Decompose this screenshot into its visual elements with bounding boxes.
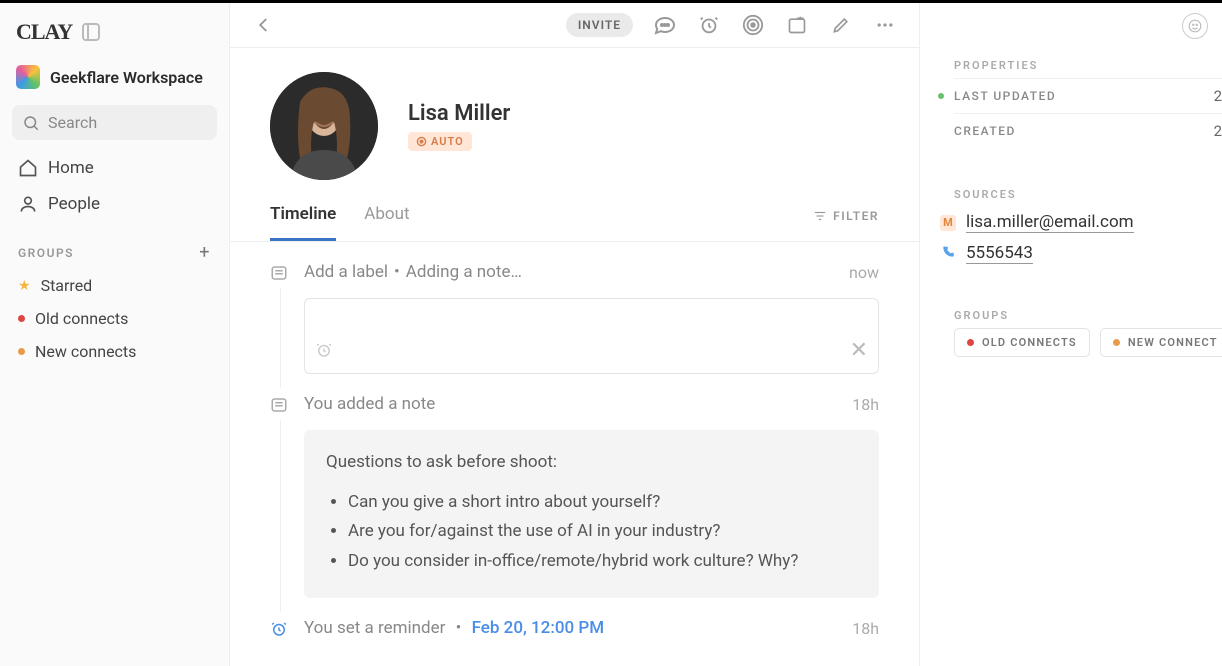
add-group-button[interactable]: + (199, 242, 211, 263)
dot-icon (18, 348, 25, 355)
user-avatar[interactable] (1182, 13, 1208, 39)
collapse-sidebar-icon[interactable] (82, 23, 100, 41)
reminder-date[interactable]: Feb 20, 12:00 PM (472, 618, 605, 638)
email-badge-icon: M (940, 215, 956, 231)
status-dot-icon (938, 93, 944, 99)
chat-icon[interactable] (653, 13, 677, 37)
dot-icon (18, 315, 25, 322)
close-icon[interactable]: ✕ (850, 338, 868, 363)
chip-new-connects[interactable]: NEW CONNECT (1100, 328, 1222, 357)
adding-note-text: Adding a note… (406, 262, 522, 282)
auto-badge-label: AUTO (431, 135, 464, 148)
sidebar: CLAY Geekflare Workspace Search Home Peo… (0, 3, 230, 666)
reminder-time: 18h (852, 619, 879, 638)
home-icon (18, 158, 38, 178)
group-label: New connects (35, 342, 136, 361)
reminder-prefix: You set a reminder (304, 618, 445, 638)
note-heading: Questions to ask before shoot: (326, 450, 857, 476)
timeline-reminder-header: You set a reminder • Feb 20, 12:00 PM 18… (270, 618, 879, 640)
workspace-icon (16, 65, 40, 89)
edit-icon[interactable] (829, 13, 853, 37)
dot-icon (1113, 339, 1120, 346)
search-placeholder: Search (48, 113, 97, 132)
chip-old-connects[interactable]: OLD CONNECTS (954, 328, 1090, 357)
workspace-name: Geekflare Workspace (50, 68, 203, 87)
back-button[interactable] (252, 13, 276, 37)
note-bullet: Can you give a short intro about yoursel… (348, 490, 857, 516)
groups-header: GROUPS + (12, 222, 217, 269)
profile-avatar[interactable] (270, 72, 378, 180)
brand-row: CLAY (12, 13, 217, 59)
invite-button[interactable]: INVITE (566, 13, 633, 37)
profile-header: Lisa Miller AUTO (230, 48, 919, 190)
group-chips: OLD CONNECTS NEW CONNECT (954, 328, 1222, 357)
filter-label: FILTER (833, 209, 879, 223)
reminder-icon (270, 620, 290, 640)
property-label: LAST UPDATED (954, 89, 1056, 103)
profile-name: Lisa Miller (408, 101, 510, 126)
added-note-text: You added a note (304, 394, 435, 414)
reminder-icon[interactable] (315, 341, 333, 363)
main-toolbar: INVITE (230, 3, 919, 48)
property-created[interactable]: CREATED 2 (954, 113, 1222, 148)
more-icon[interactable] (873, 13, 897, 37)
note-bullet: Are you for/against the use of AI in you… (348, 519, 857, 545)
source-email: M lisa.miller@email.com (940, 207, 1222, 238)
property-last-updated[interactable]: LAST UPDATED 2 (954, 78, 1222, 113)
tab-about[interactable]: About (364, 190, 409, 241)
profile-tabs: Timeline About FILTER (230, 190, 919, 242)
compose-time: now (849, 263, 879, 282)
broadcast-icon (416, 136, 427, 147)
properties-header: PROPERTIES (954, 59, 1222, 72)
timeline-compose-header: Add a label • Adding a note… now (270, 262, 879, 284)
compose-box[interactable]: ✕ (304, 298, 879, 374)
filter-button[interactable]: FILTER (813, 209, 879, 223)
email-value[interactable]: lisa.miller@email.com (966, 212, 1134, 233)
chip-label: OLD CONNECTS (982, 336, 1077, 349)
auto-badge: AUTO (408, 132, 472, 151)
note-icon (270, 396, 290, 416)
broadcast-icon[interactable] (741, 13, 765, 37)
groups-header: GROUPS (954, 309, 1222, 322)
property-value: 2 (1214, 87, 1222, 105)
source-phone: 5556543 (940, 238, 1222, 269)
group-new-connects[interactable]: New connects (12, 335, 217, 368)
dot-icon (967, 339, 974, 346)
group-label: Starred (41, 276, 93, 295)
nav-home-label: Home (48, 158, 94, 178)
chip-label: NEW CONNECT (1128, 336, 1218, 349)
phone-icon (940, 245, 956, 263)
nav-people[interactable]: People (12, 186, 217, 222)
people-icon (18, 194, 38, 214)
add-label-text[interactable]: Add a label (304, 262, 388, 282)
star-icon: ★ (18, 278, 31, 294)
group-starred[interactable]: ★ Starred (12, 269, 217, 302)
note-bullet: Do you consider in-office/remote/hybrid … (348, 549, 857, 575)
groups-header-label: GROUPS (18, 246, 74, 260)
note-card[interactable]: Questions to ask before shoot: Can you g… (304, 430, 879, 598)
timeline: Add a label • Adding a note… now ✕ (230, 242, 919, 666)
right-panel: PROPERTIES LAST UPDATED 2 CREATED 2 SOUR… (920, 3, 1222, 666)
sources-header: SOURCES (954, 188, 1222, 201)
note-time: 18h (852, 395, 879, 414)
phone-value[interactable]: 5556543 (966, 243, 1033, 264)
group-old-connects[interactable]: Old connects (12, 302, 217, 335)
tab-timeline[interactable]: Timeline (270, 190, 336, 241)
reminder-icon[interactable] (697, 13, 721, 37)
nav-home[interactable]: Home (12, 150, 217, 186)
search-input[interactable]: Search (12, 105, 217, 140)
timeline-note-header: You added a note 18h (270, 394, 879, 416)
add-note-icon[interactable] (785, 13, 809, 37)
main-pane: INVITE (230, 3, 920, 666)
search-icon (22, 114, 40, 132)
workspace-switcher[interactable]: Geekflare Workspace (12, 59, 217, 105)
filter-icon (813, 209, 827, 223)
note-icon (270, 264, 290, 284)
nav-people-label: People (48, 194, 100, 214)
property-label: CREATED (954, 124, 1016, 138)
group-label: Old connects (35, 309, 128, 328)
brand-logo: CLAY (16, 19, 72, 45)
property-value: 2 (1214, 122, 1222, 140)
